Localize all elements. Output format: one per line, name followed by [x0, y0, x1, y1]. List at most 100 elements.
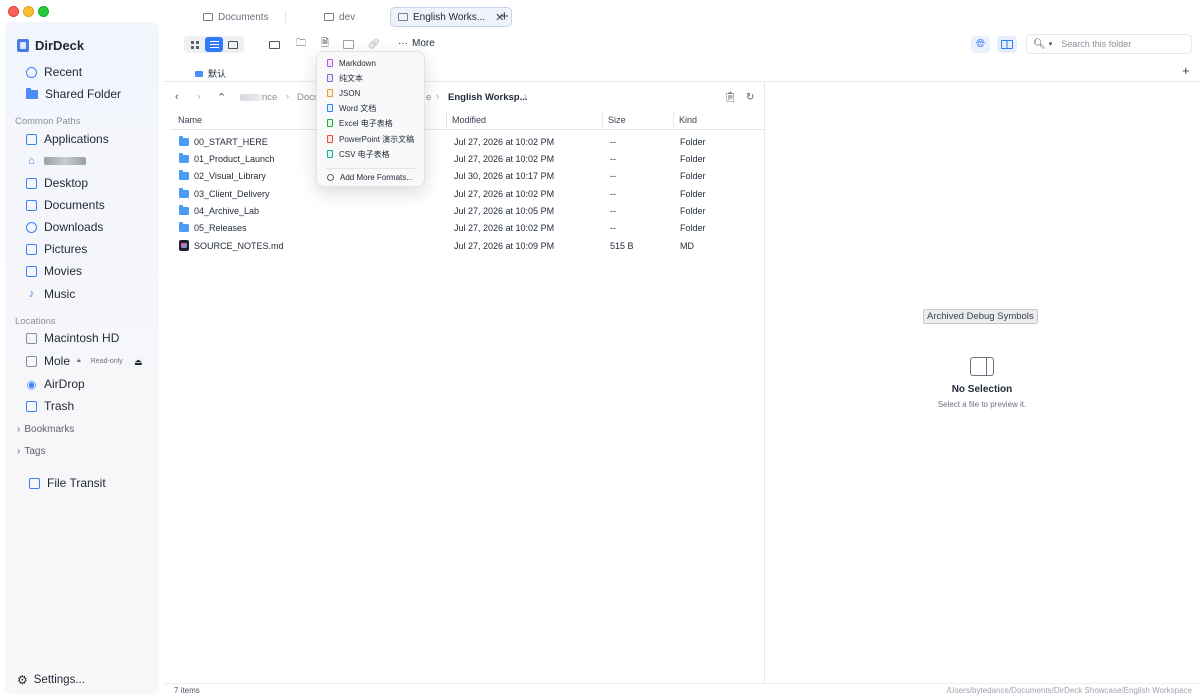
- sidebar-item-trash[interactable]: Trash: [26, 396, 74, 416]
- menu-item-json[interactable]: JSON: [327, 86, 360, 100]
- sidebar-item-label: Movies: [44, 264, 83, 278]
- refresh-button[interactable]: ↻: [746, 92, 754, 103]
- bookmarks-label: Bookmarks: [24, 424, 75, 435]
- menu-item-markdown[interactable]: Markdown: [327, 56, 376, 70]
- locations-header: Locations: [15, 316, 56, 327]
- sidebar-item-file-transit[interactable]: File Transit: [29, 473, 106, 493]
- sidebar-item-desktop[interactable]: Desktop: [26, 173, 88, 193]
- pane-divider[interactable]: [764, 82, 765, 684]
- breadcrumb-item[interactable]: nce: [262, 92, 277, 103]
- menu-item-csv[interactable]: CSV 电子表格: [327, 147, 390, 161]
- no-selection-title: No Selection: [951, 384, 1013, 395]
- zoom-window-button[interactable]: [38, 6, 49, 17]
- file-name: 05_Releases: [194, 223, 247, 233]
- sidebar-item-music[interactable]: ♪ Music: [26, 284, 76, 304]
- minimize-window-button[interactable]: [23, 6, 34, 17]
- column-divider[interactable]: [602, 112, 603, 128]
- breadcrumb-current[interactable]: English Worksp...: [448, 92, 528, 103]
- sidebar-item-applications[interactable]: Applications: [26, 129, 109, 149]
- file-size: --: [610, 154, 616, 164]
- column-header-kind[interactable]: Kind: [679, 115, 697, 125]
- settings-label: Settings...: [33, 674, 85, 686]
- network-button[interactable]: 🌐︎: [971, 36, 990, 53]
- gallery-view-button[interactable]: [224, 37, 242, 52]
- list-view-button[interactable]: [205, 37, 223, 52]
- sidebar-item-label: Mole: [44, 354, 71, 368]
- column-header-modified[interactable]: Modified: [452, 115, 486, 125]
- table-row[interactable]: 02_Visual_Library Jul 30, 2026 at 10:17 …: [170, 168, 764, 185]
- search-box[interactable]: 🔍︎ ▾: [1026, 34, 1192, 54]
- menu-item-excel[interactable]: Excel 电子表格: [327, 116, 393, 130]
- menu-item-label: Excel 电子表格: [339, 118, 393, 128]
- search-input[interactable]: [1061, 39, 1182, 49]
- split-view-icon: [268, 40, 280, 49]
- table-row[interactable]: 05_Releases Jul 27, 2026 at 10:02 PM -- …: [170, 220, 764, 237]
- file-name: 02_Visual_Library: [194, 171, 266, 181]
- column-header-size[interactable]: Size: [608, 115, 626, 125]
- pictures-icon: [26, 243, 37, 255]
- menu-item-plain-text[interactable]: 纯文本: [327, 71, 363, 85]
- sidebar-item-label: AirDrop: [44, 377, 85, 391]
- table-row[interactable]: 01_Product_Launch Jul 27, 2026 at 10:02 …: [170, 151, 764, 168]
- csv-icon: [327, 150, 333, 158]
- settings-button[interactable]: ⚙ Settings...: [17, 673, 85, 687]
- tab-documents[interactable]: Documents: [203, 7, 269, 27]
- sidebar-item-home[interactable]: ⌂: [26, 151, 86, 171]
- file-size: --: [610, 189, 616, 199]
- column-divider[interactable]: [673, 112, 674, 128]
- table-row[interactable]: 00_START_HERE Jul 27, 2026 at 10:02 PM -…: [170, 134, 764, 151]
- table-row[interactable]: 04_Archive_Lab Jul 27, 2026 at 10:05 PM …: [170, 203, 764, 220]
- tab-dev[interactable]: dev: [324, 7, 355, 27]
- bookmarks-section-toggle[interactable]: › Bookmarks: [17, 424, 74, 435]
- folder-icon: [398, 13, 408, 21]
- menu-item-label: Markdown: [339, 58, 376, 68]
- new-tab-button[interactable]: +: [500, 8, 509, 25]
- sidebar-item-recent[interactable]: Recent: [26, 62, 82, 82]
- sidebar-item-shared-folder[interactable]: Shared Folder: [26, 84, 121, 104]
- up-button[interactable]: ⌃: [217, 91, 226, 104]
- clipboard-icon: 📋︎: [724, 92, 737, 103]
- file-kind: Folder: [680, 206, 706, 216]
- eject-icon[interactable]: ⏏: [134, 357, 143, 368]
- menu-separator: [326, 168, 416, 169]
- close-window-button[interactable]: [8, 6, 19, 17]
- grid-view-button[interactable]: [186, 37, 204, 52]
- table-row[interactable]: 03_Client_Delivery Jul 27, 2026 at 10:02…: [170, 186, 764, 203]
- pinned-item-default[interactable]: 默认: [195, 67, 226, 80]
- copy-path-button[interactable]: 📋︎: [724, 92, 737, 103]
- tab-english-workspace[interactable]: English Works... ✕: [390, 7, 513, 27]
- sidebar-item-mole[interactable]: Mole 🔒︎ Read-only: [26, 351, 123, 371]
- breadcrumb-item[interactable]: e: [426, 92, 431, 103]
- split-view-button[interactable]: [265, 37, 283, 52]
- table-row[interactable]: SOURCE_NOTES.md Jul 27, 2026 at 10:09 PM…: [170, 238, 764, 255]
- menu-item-powerpoint[interactable]: PowerPoint 演示文稿: [327, 132, 414, 146]
- movie-icon: [26, 265, 37, 277]
- sidebar-item-downloads[interactable]: Downloads: [26, 217, 103, 237]
- tags-section-toggle[interactable]: › Tags: [17, 446, 45, 457]
- sidebar-item-airdrop[interactable]: ◉ AirDrop: [26, 374, 85, 394]
- sidebar-item-documents[interactable]: Documents: [26, 195, 105, 215]
- menu-item-word[interactable]: Word 文档: [327, 101, 376, 115]
- link-button[interactable]: 🔗︎: [365, 37, 383, 52]
- add-pin-button[interactable]: +: [1182, 63, 1190, 78]
- sidebar-item-label: Desktop: [44, 176, 89, 190]
- more-button[interactable]: ··· More: [398, 38, 435, 49]
- folder-icon: [179, 170, 189, 180]
- file-name: 04_Archive_Lab: [194, 206, 260, 216]
- column-divider[interactable]: [446, 112, 447, 128]
- file-kind: Folder: [680, 154, 706, 164]
- forward-button[interactable]: ›: [197, 91, 201, 103]
- sidebar-item-pictures[interactable]: Pictures: [26, 239, 87, 259]
- sidebar-item-macintosh-hd[interactable]: Macintosh HD: [26, 328, 119, 348]
- menu-item-add-more-formats[interactable]: Add More Formats...: [327, 170, 413, 184]
- column-header-name[interactable]: Name: [178, 115, 202, 125]
- terminal-icon: [342, 40, 354, 49]
- preview-panel-toggle[interactable]: [997, 36, 1017, 53]
- sidebar-item-movies[interactable]: Movies: [26, 261, 82, 281]
- file-kind: Folder: [680, 137, 706, 147]
- new-folder-button[interactable]: 🗀︎: [292, 37, 310, 52]
- terminal-button[interactable]: [339, 37, 357, 52]
- redacted-crumb: [240, 94, 262, 101]
- new-file-button[interactable]: 🗎︎: [316, 37, 334, 52]
- back-button[interactable]: ‹: [175, 91, 179, 103]
